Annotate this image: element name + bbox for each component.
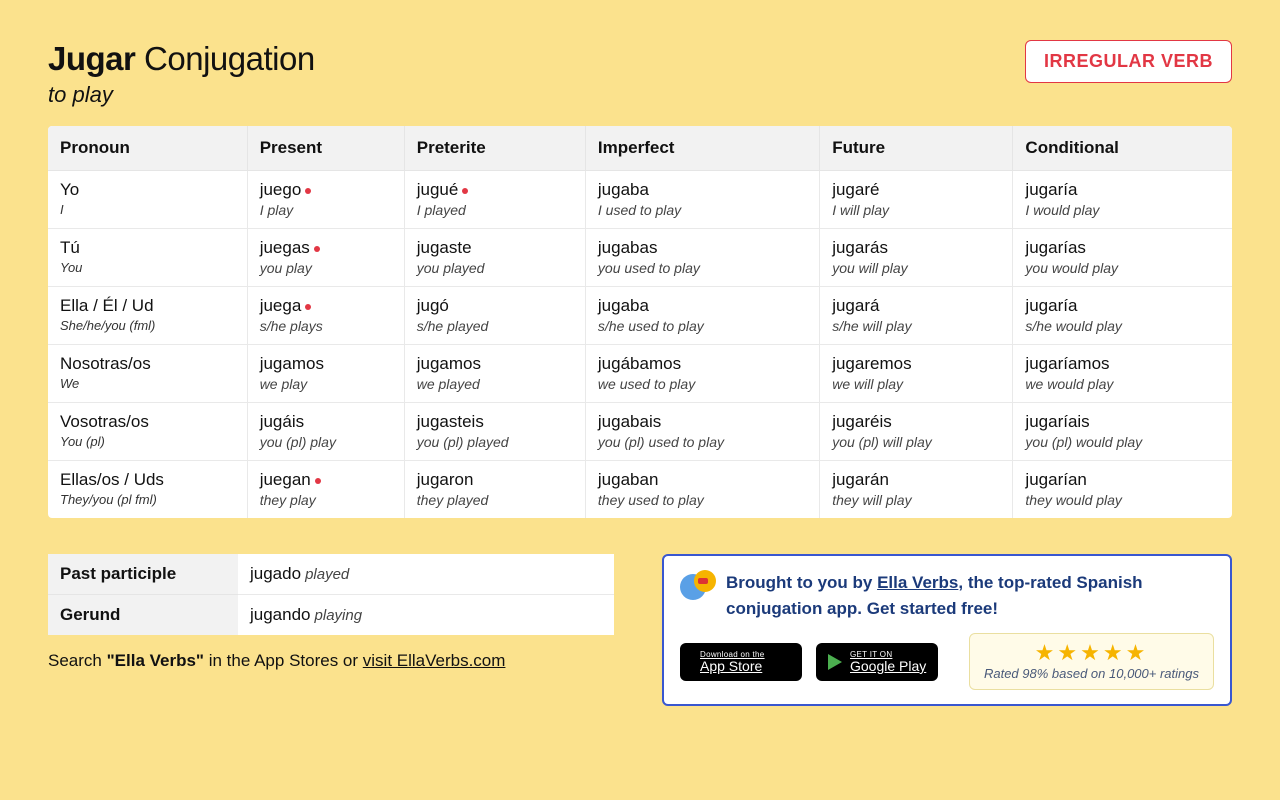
conjugation-cell: juegas/he plays	[247, 287, 404, 345]
conjugation-cell: jugasteyou played	[404, 229, 585, 287]
irregular-dot-icon	[314, 246, 320, 252]
app-store-button[interactable]: Download on theApp Store	[680, 643, 802, 681]
google-play-button[interactable]: GET IT ONGoogle Play	[816, 643, 938, 681]
conjugation-cell: juegasyou play	[247, 229, 404, 287]
column-header: Future	[820, 126, 1013, 171]
conjugation-cell: jugaremoswe will play	[820, 345, 1013, 403]
column-header: Imperfect	[585, 126, 819, 171]
conjugation-cell: jugáisyou (pl) play	[247, 403, 404, 461]
rating-box: ★★★★★ Rated 98% based on 10,000+ ratings	[969, 633, 1214, 690]
irregular-badge: IRREGULAR VERB	[1025, 40, 1232, 83]
irregular-dot-icon	[462, 188, 468, 194]
column-header: Present	[247, 126, 404, 171]
conjugation-table: PronounPresentPreteriteImperfectFutureCo…	[48, 126, 1232, 518]
play-icon	[828, 654, 842, 670]
forms-table: Past participle jugadoplayed Gerund juga…	[48, 554, 614, 635]
table-row: Nosotras/osWejugamoswe playjugamoswe pla…	[48, 345, 1232, 403]
conjugation-cell: jugaríaI would play	[1013, 171, 1232, 229]
past-participle-value: jugadoplayed	[238, 554, 614, 595]
conjugation-cell: jugábamoswe used to play	[585, 345, 819, 403]
conjugation-cell: jugarásyou will play	[820, 229, 1013, 287]
conjugation-cell: jugaréisyou (pl) will play	[820, 403, 1013, 461]
gerund-value: jugandoplaying	[238, 595, 614, 636]
pronoun-cell: Ella / Él / UdShe/he/you (fml)	[48, 287, 247, 345]
search-hint: Search "Ella Verbs" in the App Stores or…	[48, 651, 614, 671]
promo-app-icon	[680, 570, 714, 604]
table-row: TúYoujuegasyou playjugasteyou playedjuga…	[48, 229, 1232, 287]
page-title: Jugar Conjugation	[48, 40, 315, 78]
pronoun-cell: Nosotras/osWe	[48, 345, 247, 403]
pronoun-cell: Vosotras/osYou (pl)	[48, 403, 247, 461]
header: Jugar Conjugation to play IRREGULAR VERB	[48, 40, 1232, 108]
conjugation-cell: jugós/he played	[404, 287, 585, 345]
forms-column: Past participle jugadoplayed Gerund juga…	[48, 554, 614, 671]
conjugation-cell: jugaránthey will play	[820, 461, 1013, 519]
conjugation-cell: jugaríaisyou (pl) would play	[1013, 403, 1232, 461]
gerund-label: Gerund	[48, 595, 238, 636]
table-row: Ellas/os / UdsThey/you (pl fml)jueganthe…	[48, 461, 1232, 519]
visit-link[interactable]: visit EllaVerbs.com	[363, 651, 506, 670]
conjugation-cell: jugabaI used to play	[585, 171, 819, 229]
column-header: Preterite	[404, 126, 585, 171]
conjugation-cell: jugaríasyou would play	[1013, 229, 1232, 287]
stars-icon: ★★★★★	[984, 640, 1199, 666]
column-header: Conditional	[1013, 126, 1232, 171]
conjugation-cell: jugamoswe play	[247, 345, 404, 403]
promo-link[interactable]: Ella Verbs	[877, 573, 958, 592]
irregular-dot-icon	[305, 188, 311, 194]
conjugation-cell: jugaréI will play	[820, 171, 1013, 229]
conjugation-cell: jugarás/he will play	[820, 287, 1013, 345]
column-header: Pronoun	[48, 126, 247, 171]
conjugation-cell: jueganthey play	[247, 461, 404, 519]
pronoun-cell: Ellas/os / UdsThey/you (pl fml)	[48, 461, 247, 519]
past-participle-label: Past participle	[48, 554, 238, 595]
conjugation-cell: jugaríanthey would play	[1013, 461, 1232, 519]
promo-box: Brought to you by Ella Verbs, the top-ra…	[662, 554, 1232, 706]
irregular-dot-icon	[315, 478, 321, 484]
conjugation-cell: jugabanthey used to play	[585, 461, 819, 519]
irregular-dot-icon	[305, 304, 311, 310]
conjugation-cell: juegoI play	[247, 171, 404, 229]
conjugation-cell: jugaronthey played	[404, 461, 585, 519]
promo-text: Brought to you by Ella Verbs, the top-ra…	[726, 570, 1214, 621]
verb-translation: to play	[48, 82, 315, 108]
conjugation-cell: jugarías/he would play	[1013, 287, 1232, 345]
conjugation-cell: jugaríamoswe would play	[1013, 345, 1232, 403]
conjugation-cell: juguéI played	[404, 171, 585, 229]
table-row: Vosotras/osYou (pl)jugáisyou (pl) playju…	[48, 403, 1232, 461]
conjugation-cell: jugabas/he used to play	[585, 287, 819, 345]
conjugation-cell: jugabaisyou (pl) used to play	[585, 403, 819, 461]
conjugation-cell: jugabasyou used to play	[585, 229, 819, 287]
title-block: Jugar Conjugation to play	[48, 40, 315, 108]
pronoun-cell: TúYou	[48, 229, 247, 287]
conjugation-cell: jugamoswe played	[404, 345, 585, 403]
conjugation-cell: jugasteisyou (pl) played	[404, 403, 585, 461]
lower-section: Past participle jugadoplayed Gerund juga…	[48, 554, 1232, 706]
table-row: YoIjuegoI playjuguéI playedjugabaI used …	[48, 171, 1232, 229]
pronoun-cell: YoI	[48, 171, 247, 229]
table-row: Ella / Él / UdShe/he/you (fml)juegas/he …	[48, 287, 1232, 345]
